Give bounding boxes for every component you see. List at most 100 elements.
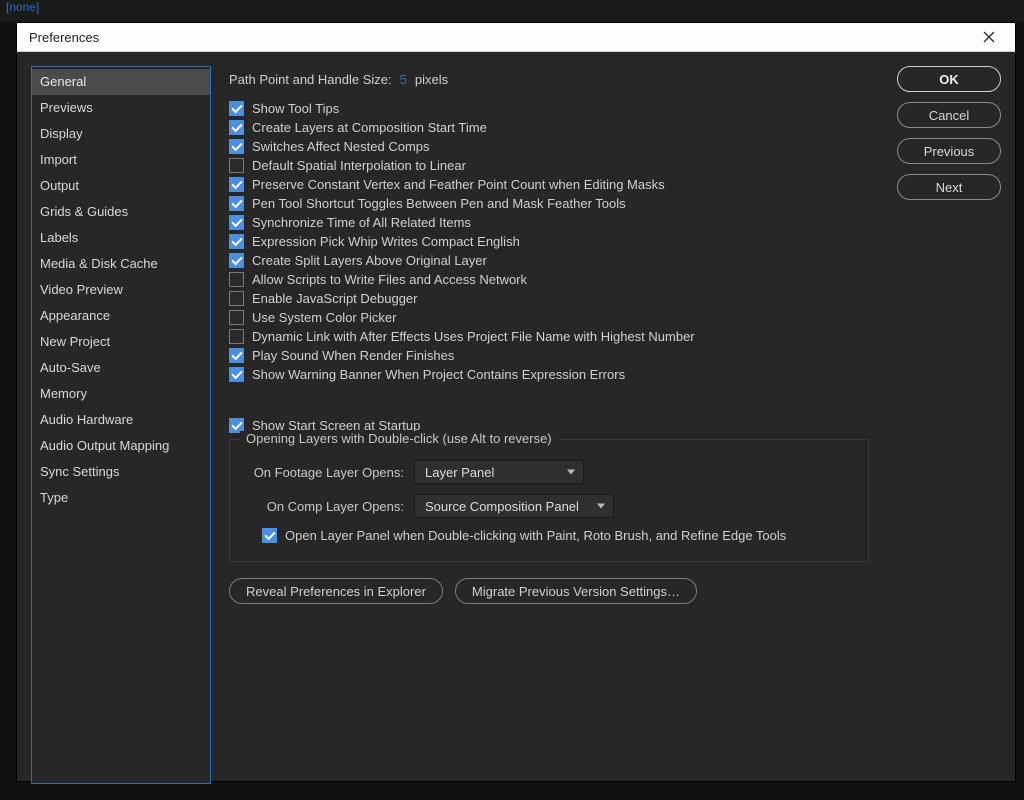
- check-row-10: Enable JavaScript Debugger: [229, 291, 1001, 306]
- sidebar-item-type[interactable]: Type: [32, 485, 210, 511]
- check-label-7: Expression Pick Whip Writes Compact Engl…: [252, 234, 520, 249]
- checkbox-9[interactable]: [229, 272, 244, 287]
- general-content: Path Point and Handle Size: 5 pixels Sho…: [229, 72, 1001, 604]
- next-button[interactable]: Next: [897, 174, 1001, 200]
- checkbox-5[interactable]: [229, 196, 244, 211]
- checkbox-4[interactable]: [229, 177, 244, 192]
- checkbox-0[interactable]: [229, 101, 244, 116]
- sidebar-item-auto-save[interactable]: Auto-Save: [32, 355, 210, 381]
- check-row-1: Create Layers at Composition Start Time: [229, 120, 1001, 135]
- sidebar-item-audio-output-mapping[interactable]: Audio Output Mapping: [32, 433, 210, 459]
- sidebar-item-audio-hardware[interactable]: Audio Hardware: [32, 407, 210, 433]
- check-label-8: Create Split Layers Above Original Layer: [252, 253, 487, 268]
- footage-layer-value: Layer Panel: [425, 465, 494, 480]
- action-buttons-column: OK Cancel Previous Next: [897, 66, 1001, 200]
- footage-layer-select[interactable]: Layer Panel: [414, 460, 584, 484]
- checkbox-2[interactable]: [229, 139, 244, 154]
- check-label-10: Enable JavaScript Debugger: [252, 291, 418, 306]
- chevron-down-icon: [567, 470, 575, 475]
- sidebar-item-import[interactable]: Import: [32, 147, 210, 173]
- sidebar-item-labels[interactable]: Labels: [32, 225, 210, 251]
- close-icon: [983, 31, 995, 43]
- check-row-3: Default Spatial Interpolation to Linear: [229, 158, 1001, 173]
- check-row-6: Synchronize Time of All Related Items: [229, 215, 1001, 230]
- checkbox-13[interactable]: [229, 348, 244, 363]
- checkbox-8[interactable]: [229, 253, 244, 268]
- checkbox-list: Show Tool Tips Create Layers at Compositi…: [229, 101, 1001, 382]
- check-row-14: Show Warning Banner When Project Contain…: [229, 367, 1001, 382]
- open-layer-panel-row: Open Layer Panel when Double-clicking wi…: [262, 528, 854, 543]
- checkbox-3[interactable]: [229, 158, 244, 173]
- path-point-label: Path Point and Handle Size:: [229, 72, 392, 87]
- check-label-3: Default Spatial Interpolation to Linear: [252, 158, 466, 173]
- check-row-12: Dynamic Link with After Effects Uses Pro…: [229, 329, 1001, 344]
- check-label-4: Preserve Constant Vertex and Feather Poi…: [252, 177, 665, 192]
- path-point-row: Path Point and Handle Size: 5 pixels: [229, 72, 1001, 87]
- open-layer-panel-label: Open Layer Panel when Double-clicking wi…: [285, 528, 786, 543]
- dialog-title: Preferences: [29, 30, 99, 45]
- check-label-13: Play Sound When Render Finishes: [252, 348, 454, 363]
- comp-layer-select[interactable]: Source Composition Panel: [414, 494, 614, 518]
- check-row-11: Use System Color Picker: [229, 310, 1001, 325]
- checkbox-10[interactable]: [229, 291, 244, 306]
- footage-layer-label: On Footage Layer Opens:: [244, 465, 404, 480]
- reveal-prefs-button[interactable]: Reveal Preferences in Explorer: [229, 578, 443, 604]
- check-label-6: Synchronize Time of All Related Items: [252, 215, 471, 230]
- check-label-0: Show Tool Tips: [252, 101, 339, 116]
- close-button[interactable]: [975, 23, 1003, 51]
- checkbox-12[interactable]: [229, 329, 244, 344]
- sidebar-item-media-disk-cache[interactable]: Media & Disk Cache: [32, 251, 210, 277]
- previous-button[interactable]: Previous: [897, 138, 1001, 164]
- check-row-2: Switches Affect Nested Comps: [229, 139, 1001, 154]
- footage-layer-row: On Footage Layer Opens: Layer Panel: [244, 460, 854, 484]
- sidebar-item-sync-settings[interactable]: Sync Settings: [32, 459, 210, 485]
- check-row-5: Pen Tool Shortcut Toggles Between Pen an…: [229, 196, 1001, 211]
- comp-layer-value: Source Composition Panel: [425, 499, 579, 514]
- check-row-0: Show Tool Tips: [229, 101, 1001, 116]
- check-row-13: Play Sound When Render Finishes: [229, 348, 1001, 363]
- background-app-frame: [none]: [0, 0, 1024, 22]
- sidebar-item-new-project[interactable]: New Project: [32, 329, 210, 355]
- category-sidebar: GeneralPreviewsDisplayImportOutputGrids …: [31, 66, 211, 784]
- sidebar-item-memory[interactable]: Memory: [32, 381, 210, 407]
- check-label-14: Show Warning Banner When Project Contain…: [252, 367, 625, 382]
- path-point-unit: pixels: [415, 72, 448, 87]
- check-row-8: Create Split Layers Above Original Layer: [229, 253, 1001, 268]
- checkbox-1[interactable]: [229, 120, 244, 135]
- bottom-buttons-row: Reveal Preferences in Explorer Migrate P…: [229, 578, 1001, 604]
- sidebar-item-grids-guides[interactable]: Grids & Guides: [32, 199, 210, 225]
- sidebar-item-appearance[interactable]: Appearance: [32, 303, 210, 329]
- comp-layer-row: On Comp Layer Opens: Source Composition …: [244, 494, 854, 518]
- check-label-2: Switches Affect Nested Comps: [252, 139, 430, 154]
- dialog-body: GeneralPreviewsDisplayImportOutputGrids …: [17, 52, 1015, 798]
- check-label-5: Pen Tool Shortcut Toggles Between Pen an…: [252, 196, 626, 211]
- check-row-7: Expression Pick Whip Writes Compact Engl…: [229, 234, 1001, 249]
- comp-layer-label: On Comp Layer Opens:: [244, 499, 404, 514]
- check-label-1: Create Layers at Composition Start Time: [252, 120, 487, 135]
- check-label-12: Dynamic Link with After Effects Uses Pro…: [252, 329, 695, 344]
- sidebar-item-output[interactable]: Output: [32, 173, 210, 199]
- cancel-button[interactable]: Cancel: [897, 102, 1001, 128]
- sidebar-item-display[interactable]: Display: [32, 121, 210, 147]
- checkbox-11[interactable]: [229, 310, 244, 325]
- ok-button[interactable]: OK: [897, 66, 1001, 92]
- checkbox-14[interactable]: [229, 367, 244, 382]
- none-tag: [none]: [6, 0, 39, 14]
- preferences-dialog: Preferences GeneralPreviewsDisplayImport…: [16, 22, 1016, 782]
- open-layer-panel-checkbox[interactable]: [262, 528, 277, 543]
- checkbox-7[interactable]: [229, 234, 244, 249]
- sidebar-item-previews[interactable]: Previews: [32, 95, 210, 121]
- main-panel: OK Cancel Previous Next Path Point and H…: [229, 66, 1001, 784]
- double-click-fieldset: Opening Layers with Double-click (use Al…: [229, 439, 869, 562]
- check-row-4: Preserve Constant Vertex and Feather Poi…: [229, 177, 1001, 192]
- double-click-legend: Opening Layers with Double-click (use Al…: [240, 431, 558, 446]
- path-point-value[interactable]: 5: [400, 72, 407, 87]
- checkbox-6[interactable]: [229, 215, 244, 230]
- titlebar: Preferences: [17, 23, 1015, 52]
- check-label-11: Use System Color Picker: [252, 310, 396, 325]
- check-label-9: Allow Scripts to Write Files and Access …: [252, 272, 527, 287]
- sidebar-item-general[interactable]: General: [32, 69, 210, 95]
- migrate-settings-button[interactable]: Migrate Previous Version Settings…: [455, 578, 697, 604]
- sidebar-item-video-preview[interactable]: Video Preview: [32, 277, 210, 303]
- chevron-down-icon: [597, 504, 605, 509]
